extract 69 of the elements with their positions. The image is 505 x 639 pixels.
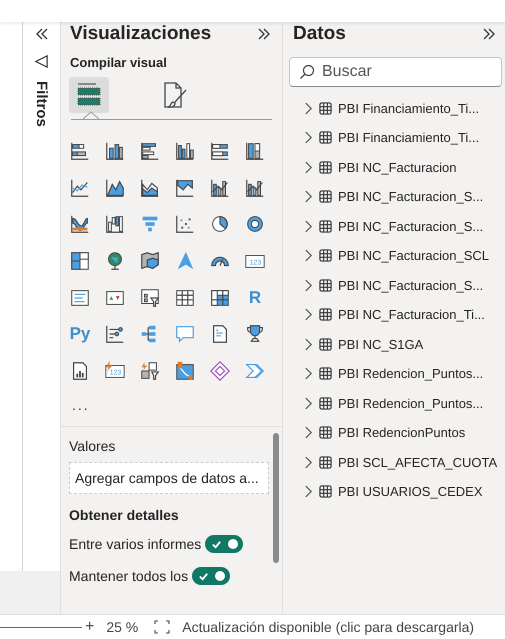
build-visual-tab[interactable] <box>69 77 109 113</box>
chevron-right-icon[interactable] <box>304 367 313 380</box>
field-well-label: Valores <box>69 438 116 454</box>
toggle-label: Mantener todos los <box>69 568 188 584</box>
chevron-right-icon[interactable] <box>304 190 313 203</box>
scrollbar[interactable] <box>273 433 279 564</box>
table-name[interactable]: PBI NC_Facturacion <box>338 160 456 174</box>
table-name[interactable]: PBI Redencion_Puntos... <box>338 366 484 381</box>
table-name[interactable]: PBI SCL_AFECTA_CUOTA <box>338 454 498 470</box>
table-icon <box>319 367 332 380</box>
filters-title[interactable]: Filtros <box>33 81 50 127</box>
table-icon <box>319 278 332 292</box>
pane-title: Datos <box>293 23 346 45</box>
update-message[interactable]: Actualización disponible (clic para descargarla) <box>182 619 474 635</box>
table-name[interactable]: PBI RedencionPuntos <box>338 425 466 440</box>
table-icon <box>319 308 332 321</box>
table-icon <box>319 131 332 144</box>
chevron-right-icon[interactable] <box>304 249 313 262</box>
more-visuals-button[interactable]: ... <box>72 397 90 414</box>
check-icon <box>198 570 210 582</box>
table-icon <box>319 249 332 262</box>
chevron-right-icon[interactable] <box>304 220 313 232</box>
diamond-icon[interactable] <box>208 359 232 384</box>
table-name[interactable]: PBI Financiamiento_Ti... <box>338 100 480 116</box>
table-name[interactable]: PBI Financiamiento_Ti... <box>338 130 480 145</box>
table-name[interactable]: PBI NC_S1GA <box>338 336 424 352</box>
section-title: Obtener detalles <box>69 507 180 524</box>
check-icon <box>211 538 222 550</box>
pane-title: Visualizaciones <box>70 23 212 45</box>
table-icon <box>319 102 332 114</box>
chevron-right-icon[interactable] <box>304 338 313 350</box>
field-drop-zone[interactable]: Agregar campos de datos a... <box>69 462 269 494</box>
chevron-right-icon[interactable] <box>304 396 313 410</box>
fit-to-page-icon[interactable] <box>154 620 170 634</box>
toggle-label: Entre varios informes <box>69 536 202 552</box>
chevron-right-icon[interactable] <box>304 308 313 321</box>
table-icon <box>319 396 332 410</box>
table-icon <box>319 456 332 468</box>
table-name[interactable]: PBI USUARIOS_CEDEX <box>338 484 482 499</box>
chevron-right-icon[interactable] <box>304 278 313 292</box>
chevron-right-icon[interactable] <box>304 102 313 114</box>
collapse-icon[interactable] <box>34 26 50 42</box>
section-title: Compilar visual <box>70 55 168 70</box>
table-icon <box>319 220 332 232</box>
zoom-in-button[interactable]: + <box>85 618 94 636</box>
toggle-switch[interactable] <box>192 567 230 586</box>
search-icon <box>299 64 315 80</box>
table-icon <box>319 160 332 174</box>
table-icon <box>319 338 332 350</box>
table-name[interactable]: PBI NC_Facturacion_S... <box>338 189 484 204</box>
table-name[interactable]: PBI NC_Facturacion_S... <box>338 278 484 292</box>
table-name[interactable]: PBI Redencion_Puntos... <box>338 396 484 410</box>
table-name[interactable]: PBI NC_Facturacion_S... <box>338 218 484 234</box>
chevron-right-icon[interactable] <box>304 426 313 439</box>
chevron-right-icon[interactable] <box>304 131 313 144</box>
chevron-right-icon[interactable] <box>304 160 313 174</box>
toggle-switch[interactable] <box>205 535 244 554</box>
search-field[interactable]: Buscar <box>289 57 502 87</box>
filter-icon <box>34 54 49 69</box>
table-icon <box>319 190 332 203</box>
zoom-level: 25 % <box>106 619 138 635</box>
expand-icon[interactable] <box>481 26 497 42</box>
chevron-right-icon[interactable] <box>304 485 313 498</box>
table-name[interactable]: PBI NC_Facturacion_SCL <box>338 248 490 263</box>
table-name[interactable]: PBI NC_Facturacion_Ti... <box>338 307 485 322</box>
table-icon <box>319 426 332 439</box>
chevron-right-icon[interactable] <box>304 456 313 468</box>
table-icon <box>319 485 332 498</box>
expand-icon[interactable] <box>256 26 272 42</box>
